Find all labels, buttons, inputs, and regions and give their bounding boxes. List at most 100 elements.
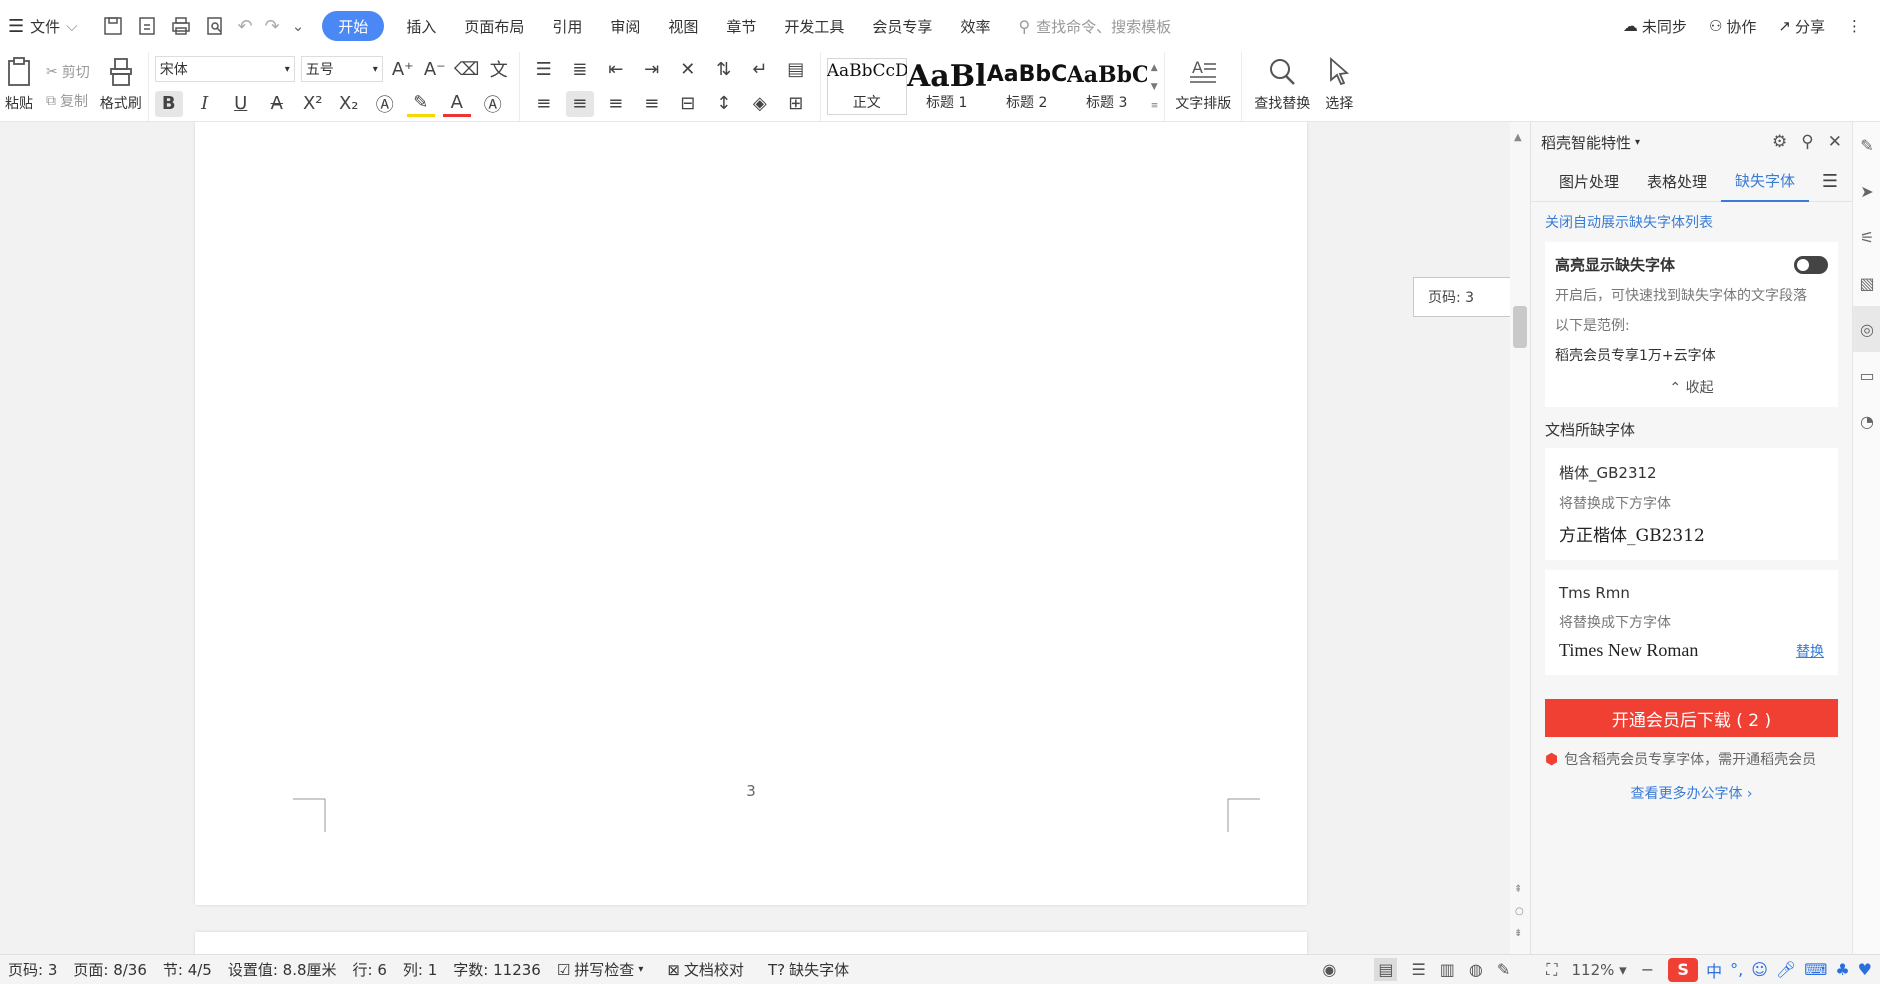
format-painter-button[interactable]: 格式刷: [94, 52, 148, 121]
align-left-icon[interactable]: ≡: [530, 91, 558, 117]
subscript-icon[interactable]: X₂: [335, 91, 363, 117]
status-setting[interactable]: 设置值: 8.8厘米: [220, 959, 345, 980]
shirt-icon[interactable]: ♥: [1858, 960, 1872, 979]
page-view-icon[interactable]: ▤: [1374, 958, 1398, 981]
align-center-icon[interactable]: ≡: [565, 90, 594, 117]
shading-icon[interactable]: ◈: [746, 91, 774, 117]
bold-icon[interactable]: B: [154, 90, 183, 117]
properties-icon[interactable]: ⚟: [1853, 214, 1880, 260]
grow-font-icon[interactable]: A⁺: [389, 56, 417, 82]
customize-toolbar-icon[interactable]: ⌄: [292, 17, 305, 35]
replace-link[interactable]: 替换: [1796, 641, 1824, 661]
status-page-code[interactable]: 页码: 3: [0, 959, 65, 980]
ruler-icon[interactable]: ▤: [782, 56, 810, 82]
phonetic-guide-icon[interactable]: 文: [485, 56, 513, 82]
select-button[interactable]: 选择: [1316, 52, 1362, 121]
save-icon[interactable]: [102, 15, 124, 37]
redo-icon[interactable]: ↷: [265, 16, 280, 37]
borders-icon[interactable]: ⊞: [782, 91, 810, 117]
ime-logo[interactable]: S: [1668, 957, 1699, 982]
keyboard-icon[interactable]: ⌨: [1804, 960, 1827, 979]
reading-view-icon[interactable]: ▥: [1440, 960, 1455, 979]
underline-icon[interactable]: U: [227, 91, 255, 117]
skin-icon[interactable]: ♣: [1835, 960, 1849, 979]
print-icon[interactable]: [170, 15, 192, 37]
bullet-list-icon[interactable]: ☰: [530, 56, 558, 82]
eye-protection-icon[interactable]: ◉: [1322, 960, 1336, 979]
decrease-indent-icon[interactable]: ⇤: [602, 56, 630, 82]
font-name-select[interactable]: 宋体 ▾: [154, 56, 295, 83]
align-right-icon[interactable]: ≡: [602, 91, 630, 117]
share-button[interactable]: ↗ 分享: [1778, 16, 1825, 37]
close-icon[interactable]: ✕: [1828, 132, 1842, 152]
next-page[interactable]: [195, 932, 1307, 954]
write-view-icon[interactable]: ✎: [1497, 960, 1510, 979]
fit-page-icon[interactable]: ⛶: [1546, 960, 1557, 980]
highlight-toggle[interactable]: [1794, 255, 1828, 274]
tab-missing-fonts[interactable]: 缺失字体: [1721, 162, 1810, 202]
select-pane-icon[interactable]: ➤: [1853, 168, 1880, 214]
vertical-scrollbar[interactable]: ▲ ⇞ ○ ⇟: [1510, 122, 1530, 954]
menu-icon[interactable]: ☰: [1822, 171, 1838, 192]
find-replace-button[interactable]: 查找替换: [1242, 52, 1316, 121]
distribute-icon[interactable]: ⊟: [674, 91, 702, 117]
next-page-icon[interactable]: ⇟: [1514, 928, 1522, 939]
justify-icon[interactable]: ≡: [638, 91, 666, 117]
tab-efficiency[interactable]: 效率: [946, 10, 1004, 42]
styles-scroll[interactable]: ▲ ▼ ≡: [1147, 58, 1159, 115]
tab-table-processing[interactable]: 表格处理: [1633, 162, 1721, 202]
numbered-list-icon[interactable]: ≣: [566, 56, 594, 82]
browse-object-icon[interactable]: ○: [1515, 906, 1524, 917]
smart-feature-icon[interactable]: ◎: [1853, 306, 1880, 352]
italic-icon[interactable]: I: [191, 91, 219, 117]
microphone-icon[interactable]: 🎤︎: [1776, 960, 1796, 979]
outline-view-icon[interactable]: ☰: [1411, 960, 1425, 979]
document-icon[interactable]: ▭: [1853, 352, 1880, 398]
settings-icon[interactable]: ⚙: [1772, 132, 1787, 152]
cut-button[interactable]: ✂ 剪切: [46, 62, 90, 82]
command-search[interactable]: ⚲ 查找命令、搜索模板: [1018, 16, 1171, 37]
paste-button[interactable]: 粘贴: [0, 52, 42, 121]
style-heading-1[interactable]: AaBl 标题 1: [907, 58, 987, 115]
proofread-button[interactable]: ⊠ 文档校对: [659, 959, 752, 980]
status-page[interactable]: 页面: 8/36: [65, 959, 155, 980]
sync-status-button[interactable]: ☁ 未同步: [1623, 16, 1687, 37]
tab-review[interactable]: 审阅: [596, 10, 654, 42]
panel-title[interactable]: 稻壳智能特性: [1541, 132, 1631, 153]
status-words[interactable]: 字数: 11236: [445, 959, 549, 980]
style-heading-3[interactable]: AaBbC 标题 3: [1067, 58, 1147, 115]
clear-format-icon[interactable]: ⌫: [453, 56, 481, 82]
file-menu[interactable]: ☰ 文件 ⌵: [0, 10, 92, 42]
prev-page-icon[interactable]: ⇞: [1514, 884, 1522, 895]
sort-icon[interactable]: ⇅: [710, 56, 738, 82]
style-normal[interactable]: AaBbCcDd 正文: [826, 58, 907, 115]
increase-indent-icon[interactable]: ⇥: [638, 56, 666, 82]
export-pdf-icon[interactable]: [136, 15, 158, 37]
chinese-layout-icon[interactable]: ✕: [674, 56, 702, 82]
shrink-font-icon[interactable]: A⁻: [421, 56, 449, 82]
style-heading-2[interactable]: AaBbC 标题 2: [987, 58, 1067, 115]
missing-font-status-button[interactable]: T? 缺失字体: [760, 959, 857, 980]
zoom-select[interactable]: 112% ▾: [1572, 961, 1627, 979]
text-effect-icon[interactable]: Ⓐ: [371, 91, 399, 117]
tab-home[interactable]: 开始: [322, 11, 385, 41]
font-size-select[interactable]: 五号 ▾: [300, 56, 383, 83]
text-layout-button[interactable]: A 文字排版: [1165, 52, 1241, 121]
history-icon[interactable]: ◔: [1853, 398, 1880, 444]
tab-view[interactable]: 视图: [654, 10, 712, 42]
download-with-membership-button[interactable]: 开通会员后下载 ( 2 ): [1545, 699, 1838, 737]
status-row[interactable]: 行: 6: [345, 959, 395, 980]
status-section[interactable]: 节: 4/5: [155, 959, 220, 980]
tab-references[interactable]: 引用: [538, 10, 596, 42]
tab-member[interactable]: 会员专享: [858, 10, 946, 42]
zoom-out-icon[interactable]: −: [1641, 960, 1654, 979]
strikethrough-icon[interactable]: A: [263, 91, 291, 117]
spell-check-button[interactable]: ☑ 拼写检查 ▾: [549, 959, 652, 980]
document-page[interactable]: 3: [195, 122, 1307, 905]
style-pane-icon[interactable]: ✎: [1853, 122, 1880, 168]
undo-icon[interactable]: ↶: [238, 16, 253, 37]
superscript-icon[interactable]: X²: [299, 91, 327, 117]
scrollbar-thumb[interactable]: [1513, 306, 1527, 348]
ime-lang-toggle[interactable]: 中: [1706, 958, 1722, 982]
copy-button[interactable]: ⧉ 复制: [46, 91, 90, 111]
